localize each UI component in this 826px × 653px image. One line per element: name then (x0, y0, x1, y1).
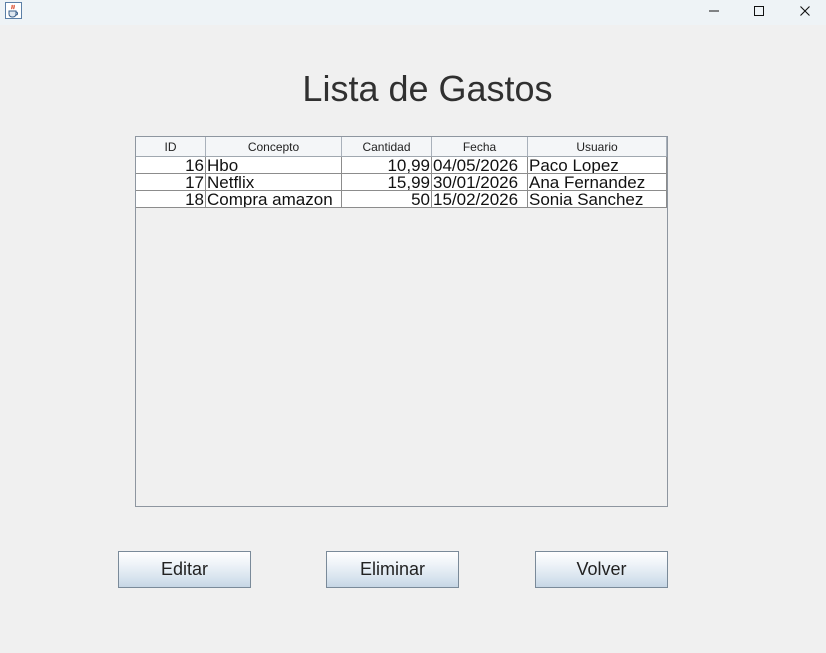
table-header: ID Concepto Cantidad Fecha Usuario (136, 137, 667, 157)
maximize-button[interactable] (736, 0, 782, 21)
table-body: 16 Hbo 10,99 04/05/2026 Paco Lopez 17 Ne… (136, 157, 667, 208)
table-row[interactable]: 18 Compra amazon 50 15/02/2026 Sonia San… (136, 191, 667, 208)
table-row[interactable]: 16 Hbo 10,99 04/05/2026 Paco Lopez (136, 157, 667, 174)
cell-concepto[interactable]: Hbo (206, 157, 342, 173)
minimize-icon (708, 5, 720, 17)
cell-cantidad[interactable]: 10,99 (342, 157, 432, 173)
cell-cantidad[interactable]: 50 (342, 191, 432, 207)
back-button[interactable]: Volver (535, 551, 668, 588)
cell-cantidad[interactable]: 15,99 (342, 174, 432, 190)
close-icon (799, 5, 811, 17)
column-header-cantidad[interactable]: Cantidad (342, 137, 432, 156)
minimize-button[interactable] (691, 0, 737, 21)
edit-button[interactable]: Editar (118, 551, 251, 588)
cell-fecha[interactable]: 15/02/2026 (432, 191, 528, 207)
cell-id[interactable]: 18 (136, 191, 206, 207)
cell-usuario[interactable]: Paco Lopez (528, 157, 667, 173)
maximize-icon (753, 5, 765, 17)
cell-id[interactable]: 16 (136, 157, 206, 173)
expenses-table[interactable]: ID Concepto Cantidad Fecha Usuario 16 Hb… (135, 136, 668, 507)
java-cup-icon (5, 2, 22, 19)
cell-id[interactable]: 17 (136, 174, 206, 190)
title-bar (0, 0, 826, 25)
column-header-fecha[interactable]: Fecha (432, 137, 528, 156)
cell-concepto[interactable]: Netflix (206, 174, 342, 190)
column-header-concepto[interactable]: Concepto (206, 137, 342, 156)
column-header-usuario[interactable]: Usuario (528, 137, 667, 156)
cell-fecha[interactable]: 30/01/2026 (432, 174, 528, 190)
cell-concepto[interactable]: Compra amazon (206, 191, 342, 207)
table-row[interactable]: 17 Netflix 15,99 30/01/2026 Ana Fernande… (136, 174, 667, 191)
cell-usuario[interactable]: Sonia Sanchez (528, 191, 667, 207)
cell-fecha[interactable]: 04/05/2026 (432, 157, 528, 173)
column-header-id[interactable]: ID (136, 137, 206, 156)
delete-button[interactable]: Eliminar (326, 551, 459, 588)
page-title: Lista de Gastos (302, 68, 553, 109)
cell-usuario[interactable]: Ana Fernandez (528, 174, 667, 190)
close-button[interactable] (782, 0, 826, 21)
